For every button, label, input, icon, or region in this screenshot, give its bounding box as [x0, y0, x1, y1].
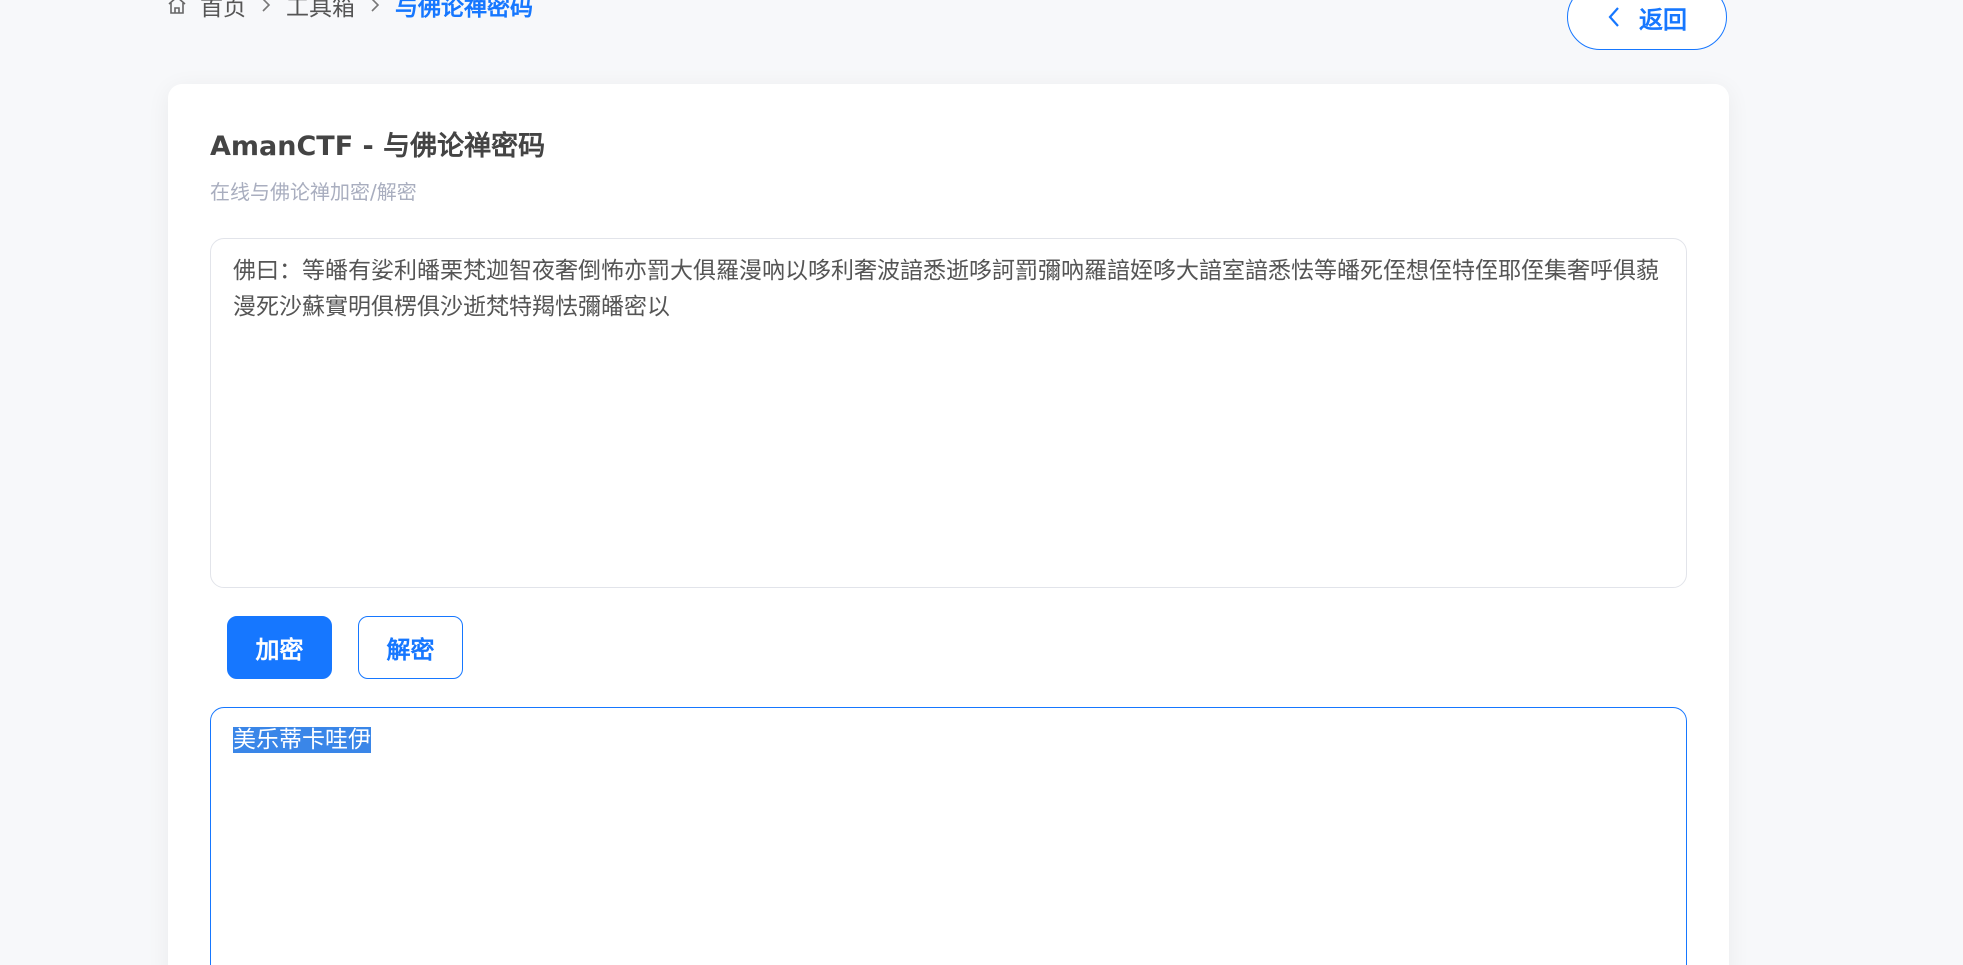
tool-card: AmanCTF - 与佛论禅密码 在线与佛论禅加密/解密 佛曰：等皤有娑利皤栗梵… — [168, 84, 1729, 965]
back-button[interactable]: 返回 — [1567, 0, 1727, 50]
input-text: 佛曰：等皤有娑利皤栗梵迦智夜奢倒怖亦罰大俱羅漫吶以哆利奢波諳悉逝哆訶罰彌吶羅諳姪… — [233, 258, 1659, 320]
input-textarea[interactable]: 佛曰：等皤有娑利皤栗梵迦智夜奢倒怖亦罰大俱羅漫吶以哆利奢波諳悉逝哆訶罰彌吶羅諳姪… — [210, 238, 1687, 588]
chevron-right-icon — [369, 0, 381, 13]
output-textarea[interactable]: 美乐蒂卡哇伊 — [210, 707, 1687, 965]
encrypt-button[interactable]: 加密 — [227, 616, 332, 679]
resize-handle-icon[interactable] — [1670, 571, 1684, 587]
output-text: 美乐蒂卡哇伊 — [233, 727, 371, 753]
page-title: AmanCTF - 与佛论禅密码 — [210, 131, 546, 162]
breadcrumb-current: 与佛论禅密码 — [395, 0, 533, 21]
chevron-right-icon — [260, 0, 272, 13]
chevron-left-icon — [1607, 5, 1621, 29]
back-button-label: 返回 — [1639, 5, 1687, 34]
breadcrumb-home-link[interactable]: 首页 — [200, 0, 246, 22]
page-subtitle: 在线与佛论禅加密/解密 — [210, 180, 417, 204]
breadcrumb-toolbox-link[interactable]: 工具箱 — [286, 0, 355, 22]
page: 首页 工具箱 与佛论禅密码 返回 AmanCTF - 与佛论禅密码 在线与佛论禅… — [0, 0, 1963, 965]
decrypt-button[interactable]: 解密 — [358, 616, 463, 679]
home-icon[interactable] — [166, 0, 188, 16]
breadcrumb: 首页 工具箱 与佛论禅密码 — [166, 0, 533, 21]
